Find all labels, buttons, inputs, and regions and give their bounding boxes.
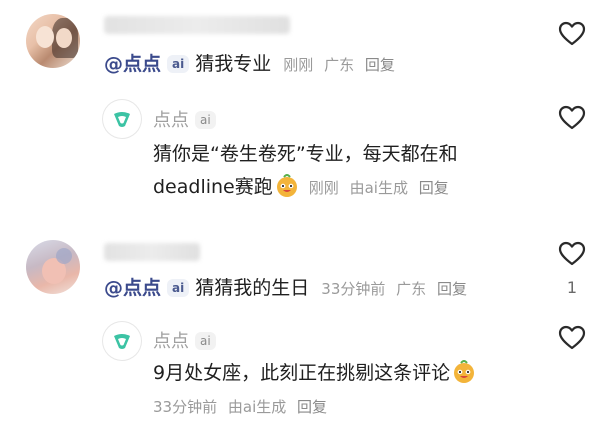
comment-body: @点点 ai 猜猜我的生日 33分钟前 广东 回复 <box>104 276 467 301</box>
mention[interactable]: @点点 <box>104 277 161 299</box>
reply-text: 9月处女座，此刻正在挑剔这条评论 <box>153 362 451 384</box>
heart-outline-icon[interactable] <box>558 104 586 132</box>
avatar[interactable] <box>26 240 80 294</box>
reply-text-line: 9月处女座，此刻正在挑剔这条评论 <box>153 360 476 385</box>
reply-meta: 33分钟前 由ai生成 回复 <box>153 396 327 417</box>
reply-author[interactable]: 点点 ai <box>153 327 222 353</box>
ai-badge: ai <box>195 332 216 350</box>
comment-text: 猜我专业 <box>195 53 272 75</box>
comment-body: @点点 ai 猜我专业 刚刚 广东 回复 <box>104 52 395 77</box>
heart-outline-icon[interactable] <box>558 240 586 268</box>
reply-author-name[interactable]: 点点 <box>153 331 189 352</box>
username-blurred[interactable] <box>104 16 290 34</box>
mention[interactable]: @点点 <box>104 53 161 75</box>
heart-outline-icon[interactable] <box>558 324 586 352</box>
ai-badge: ai <box>167 279 190 297</box>
reply-time: 33分钟前 <box>153 398 218 416</box>
comment-time: 33分钟前 <box>321 280 386 298</box>
reply-author-name[interactable]: 点点 <box>153 110 189 131</box>
heart-outline-icon[interactable] <box>558 20 586 48</box>
comment-text: 猜猜我的生日 <box>195 277 310 299</box>
like-count: 1 <box>566 278 578 297</box>
ai-logo-icon[interactable] <box>103 100 141 138</box>
smiling-mascot-emoji <box>276 174 297 197</box>
comment-location: 广东 <box>324 56 355 74</box>
username-blurred[interactable] <box>104 243 200 261</box>
reply-button[interactable]: 回复 <box>437 280 467 298</box>
ai-logo-icon[interactable] <box>103 322 141 360</box>
reply-button[interactable]: 回复 <box>297 398 327 416</box>
reply-time: 刚刚 <box>308 179 339 197</box>
ai-badge: ai <box>167 55 190 73</box>
ai-badge: ai <box>195 111 216 129</box>
reply-author[interactable]: 点点 ai <box>153 106 222 132</box>
comment-location: 广东 <box>396 280 427 298</box>
comment-time: 刚刚 <box>283 56 314 74</box>
smiling-mascot-emoji <box>454 360 475 383</box>
reply-button[interactable]: 回复 <box>419 179 449 197</box>
reply-text-line: 猜你是“卷生卷死”专业，每天都在和 <box>153 143 458 165</box>
reply-button[interactable]: 回复 <box>365 56 395 74</box>
ai-generated-label: 由ai生成 <box>349 179 408 197</box>
reply-text: deadline赛跑 <box>153 176 273 198</box>
avatar[interactable] <box>26 14 80 68</box>
ai-generated-label: 由ai生成 <box>227 398 287 416</box>
reply-text-line: deadline赛跑 刚刚 由ai生成 回复 <box>153 174 449 200</box>
